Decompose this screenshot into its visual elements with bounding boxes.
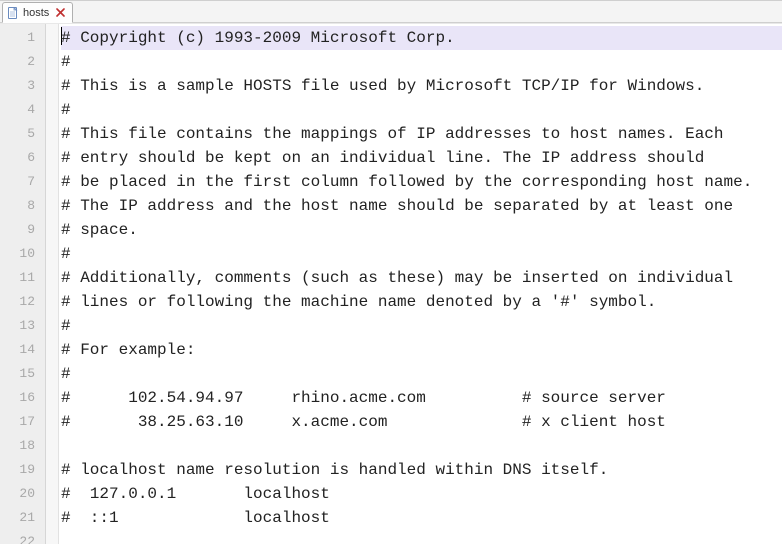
line-number: 20	[0, 482, 45, 506]
tab-bar: hosts	[0, 1, 782, 23]
line-number: 2	[0, 50, 45, 74]
code-line[interactable]: # lines or following the machine name de…	[61, 290, 782, 314]
line-number: 18	[0, 434, 45, 458]
line-number: 15	[0, 362, 45, 386]
code-line[interactable]: # This file contains the mappings of IP …	[61, 122, 782, 146]
tab-label: hosts	[23, 7, 49, 19]
line-number: 7	[0, 170, 45, 194]
line-number: 10	[0, 242, 45, 266]
code-line[interactable]: #	[61, 362, 782, 386]
editor-area[interactable]: 12345678910111213141516171819202122 # Co…	[0, 23, 782, 544]
close-icon[interactable]	[55, 7, 66, 18]
code-line[interactable]: # 127.0.0.1 localhost	[61, 482, 782, 506]
line-number: 8	[0, 194, 45, 218]
code-line[interactable]: # Copyright (c) 1993-2009 Microsoft Corp…	[61, 26, 782, 50]
code-line[interactable]: # space.	[61, 218, 782, 242]
code-line[interactable]: #	[61, 50, 782, 74]
code-line[interactable]: #	[61, 98, 782, 122]
line-number: 21	[0, 506, 45, 530]
fold-margin	[46, 24, 59, 544]
code-line[interactable]: # entry should be kept on an individual …	[61, 146, 782, 170]
line-number: 11	[0, 266, 45, 290]
line-number: 16	[0, 386, 45, 410]
code-line[interactable]: # For example:	[61, 338, 782, 362]
line-number: 19	[0, 458, 45, 482]
code-line[interactable]: #	[61, 314, 782, 338]
line-number-gutter: 12345678910111213141516171819202122	[0, 24, 46, 544]
line-number: 12	[0, 290, 45, 314]
line-number: 13	[0, 314, 45, 338]
line-number: 22	[0, 530, 45, 544]
line-number: 6	[0, 146, 45, 170]
code-content[interactable]: # Copyright (c) 1993-2009 Microsoft Corp…	[59, 24, 782, 544]
line-number: 1	[0, 26, 45, 50]
code-line[interactable]: # 102.54.94.97 rhino.acme.com # source s…	[61, 386, 782, 410]
line-number: 17	[0, 410, 45, 434]
code-line[interactable]	[61, 434, 782, 458]
code-line[interactable]: # localhost name resolution is handled w…	[61, 458, 782, 482]
line-number: 3	[0, 74, 45, 98]
code-line[interactable]: #	[61, 242, 782, 266]
text-caret	[61, 27, 62, 45]
code-line[interactable]: # be placed in the first column followed…	[61, 170, 782, 194]
tab-hosts[interactable]: hosts	[2, 2, 73, 23]
line-number: 9	[0, 218, 45, 242]
code-line[interactable]: # 38.25.63.10 x.acme.com # x client host	[61, 410, 782, 434]
line-number: 5	[0, 122, 45, 146]
editor-window: hosts 1234567891011121314151617181920212…	[0, 0, 782, 544]
code-line[interactable]: # Additionally, comments (such as these)…	[61, 266, 782, 290]
line-number: 4	[0, 98, 45, 122]
code-line[interactable]: # The IP address and the host name shoul…	[61, 194, 782, 218]
code-line[interactable]	[61, 530, 782, 544]
line-number: 14	[0, 338, 45, 362]
code-line[interactable]: # This is a sample HOSTS file used by Mi…	[61, 74, 782, 98]
file-icon	[7, 7, 19, 19]
code-line[interactable]: # ::1 localhost	[61, 506, 782, 530]
